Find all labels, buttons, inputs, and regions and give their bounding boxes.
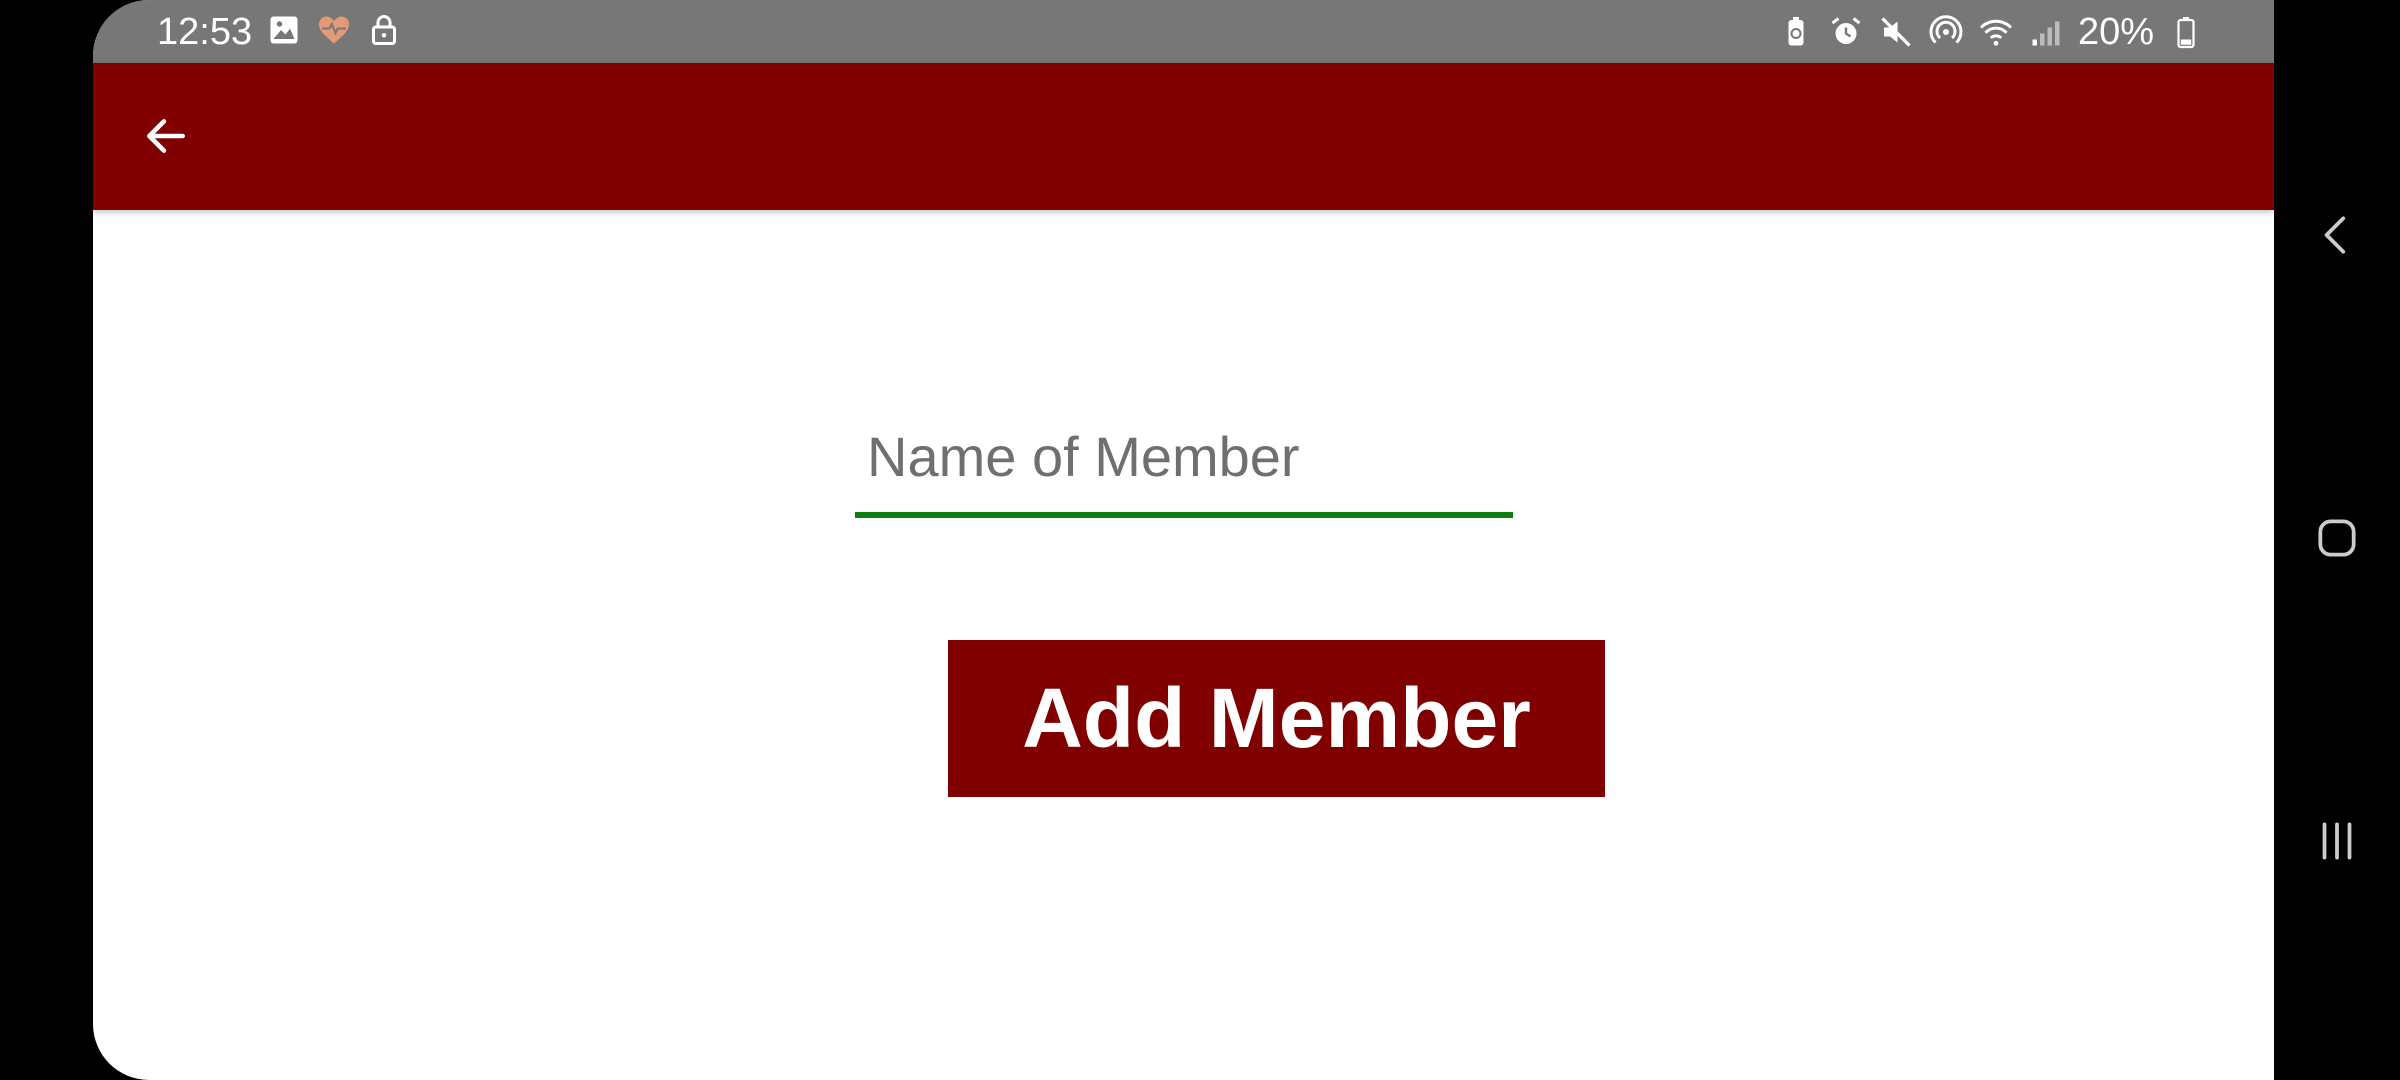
- status-time: 12:53: [157, 11, 253, 53]
- member-name-input[interactable]: [855, 400, 1513, 518]
- battery-percent: 20%: [2077, 11, 2154, 53]
- hotspot-icon: [1929, 15, 1963, 44]
- member-name-field: [855, 400, 1513, 524]
- status-notification-icons: [266, 12, 402, 48]
- status-system-icons: 20%: [1778, 8, 2204, 56]
- add-member-button[interactable]: Add Member: [948, 640, 1605, 797]
- back-button[interactable]: [133, 103, 199, 169]
- battery-icon: [2177, 17, 2195, 49]
- nav-home-button[interactable]: [2302, 503, 2372, 573]
- nav-back-icon: [2324, 216, 2346, 254]
- alarm-icon: [1831, 17, 1861, 44]
- signal-icon: [2032, 21, 2060, 46]
- wifi-icon: [1979, 19, 2013, 46]
- image-icon: [270, 16, 298, 44]
- app-toolbar: [93, 63, 2274, 210]
- screen: 12:53 20% Name of Member Add Member: [0, 0, 2400, 1080]
- system-navigation-bar: [2274, 0, 2400, 1080]
- nav-recents-button[interactable]: [2302, 806, 2372, 876]
- health-icon: [319, 16, 349, 44]
- arrow-left-icon: [147, 119, 185, 153]
- battery-saver-icon: [1788, 17, 1804, 46]
- mute-icon: [1881, 17, 1911, 47]
- nav-recents-icon: [2322, 822, 2352, 860]
- status-bar: 12:53 20%: [93, 0, 2274, 63]
- nav-back-button[interactable]: [2302, 200, 2372, 270]
- nav-home-icon: [2318, 519, 2356, 557]
- app-window: 12:53 20% Name of Member Add Member: [93, 0, 2274, 1080]
- add-member-button-label: Add Member: [1022, 671, 1531, 765]
- lock-icon: [372, 15, 396, 45]
